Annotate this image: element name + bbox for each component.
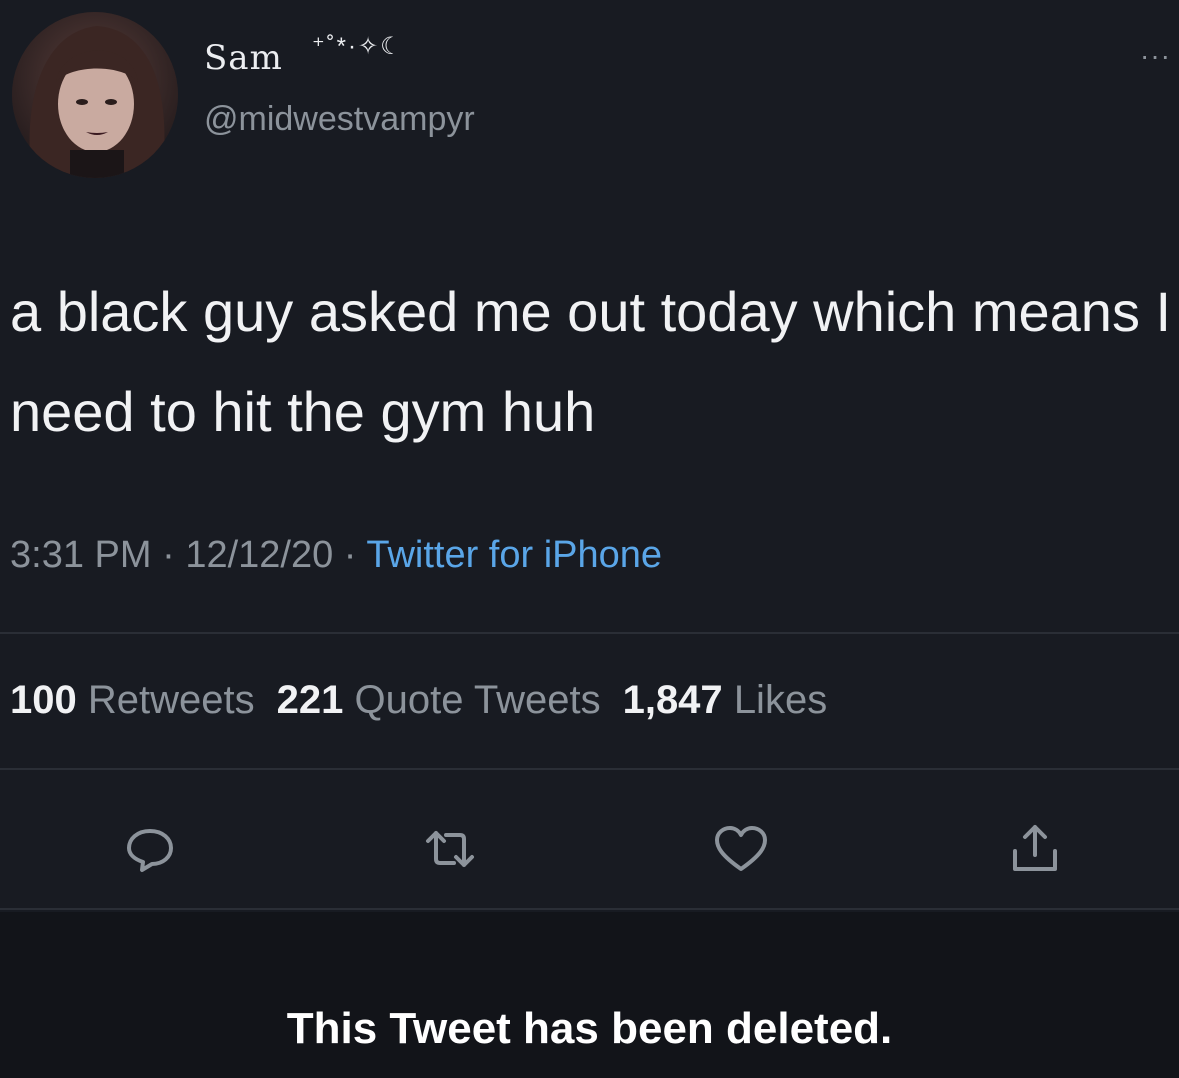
share-button[interactable]	[1000, 814, 1070, 884]
meta-separator: ·	[151, 534, 186, 576]
tweet-time[interactable]: 3:31 PM	[10, 534, 152, 576]
share-icon	[1013, 825, 1057, 871]
reply-icon	[127, 829, 173, 872]
tweet-stats: 100 Retweets 221 Quote Tweets 1,847 Likes	[10, 678, 827, 723]
retweets-label: Retweets	[87, 678, 255, 722]
reply-button[interactable]	[115, 814, 185, 884]
quotes-stat[interactable]: 221 Quote Tweets	[277, 678, 601, 722]
deleted-notice: This Tweet has been deleted.	[286, 1004, 893, 1053]
meta-separator: ·	[333, 534, 367, 576]
like-button[interactable]	[706, 814, 776, 884]
display-name[interactable]: Sam	[204, 38, 283, 78]
tweet-date[interactable]: 12/12/20	[185, 534, 333, 576]
avatar-image	[12, 12, 178, 178]
retweet-icon	[426, 831, 474, 867]
retweets-count: 100	[10, 678, 77, 722]
likes-count: 1,847	[622, 678, 723, 722]
user-handle[interactable]: @midwestvampyr	[204, 100, 475, 139]
avatar[interactable]	[12, 12, 178, 178]
likes-label: Likes	[733, 678, 828, 722]
heart-icon	[715, 826, 767, 871]
quotes-count: 221	[276, 678, 344, 722]
quotes-label: Quote Tweets	[354, 678, 601, 722]
tweet-actions	[0, 800, 1179, 900]
likes-stat[interactable]: 1,847 Likes	[623, 678, 828, 722]
tweet-meta: 3:31 PM · 12/12/20 · Twitter for iPhone	[10, 534, 662, 577]
divider	[0, 768, 1179, 770]
display-name-decoration: ⁺˚*·✧☾	[312, 33, 404, 60]
divider	[0, 632, 1179, 634]
more-icon[interactable]: ···	[1140, 42, 1179, 70]
retweets-stat[interactable]: 100 Retweets	[10, 678, 255, 722]
retweet-button[interactable]	[415, 814, 485, 884]
tweet-text: a black guy asked me out today which mea…	[10, 280, 1172, 443]
tweet-card: Sam ⁺˚*·✧☾ @midwestvampyr ··· a black gu…	[0, 0, 1179, 912]
tweet-source-link[interactable]: Twitter for iPhone	[366, 534, 662, 576]
divider	[0, 908, 1179, 910]
